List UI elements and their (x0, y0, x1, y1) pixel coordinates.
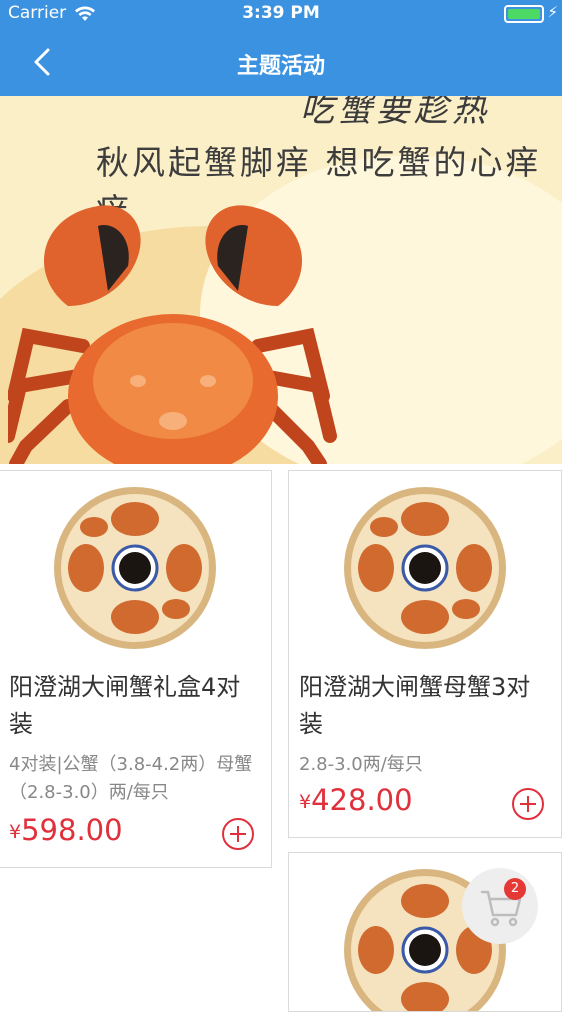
add-circle-icon[interactable] (221, 817, 255, 851)
product-card[interactable]: 阳澄湖大闸蟹礼盒4对装 4对装|公蟹（3.8-4.2两）母蟹（2.8-3.0）两… (0, 470, 272, 868)
charging-icon: ⚡ (547, 3, 558, 21)
add-circle-icon[interactable] (511, 787, 545, 821)
product-image (344, 487, 506, 649)
nav-bar: 主题活动 (0, 28, 562, 96)
product-spec: 4对装|公蟹（3.8-4.2两）母蟹（2.8-3.0）两/每只 (9, 754, 253, 803)
product-price: ¥598.00 (9, 813, 123, 847)
cart-icon (480, 890, 522, 927)
product-spec: 2.8-3.0两/每只 (299, 754, 423, 775)
cart-count-badge: 2 (504, 878, 526, 900)
product-price: ¥428.00 (299, 783, 413, 817)
currency-symbol: ¥ (9, 821, 22, 843)
battery-icon (504, 5, 544, 23)
product-name: 阳澄湖大闸蟹礼盒4对装 (9, 673, 241, 738)
banner-heading: 吃蟹要趁热 (300, 96, 490, 130)
cart-button[interactable]: 2 (462, 868, 538, 944)
promo-banner[interactable]: 吃蟹要趁热 秋风起蟹脚痒 想吃蟹的心痒痒 (0, 96, 562, 464)
product-name: 阳澄湖大闸蟹母蟹3对装 (299, 673, 531, 738)
product-card[interactable]: 阳澄湖大闸蟹母蟹3对装 2.8-3.0两/每只 ¥428.00 (288, 470, 562, 838)
price-value: 428.00 (311, 783, 413, 817)
page-title: 主题活动 (236, 54, 325, 79)
product-image (54, 487, 216, 649)
currency-symbol: ¥ (299, 791, 312, 813)
clock: 3:39 PM (242, 3, 320, 23)
crab-illustration (8, 205, 337, 464)
status-bar: Carrier 3:39 PM ⚡ (0, 0, 562, 28)
price-value: 598.00 (21, 813, 123, 847)
